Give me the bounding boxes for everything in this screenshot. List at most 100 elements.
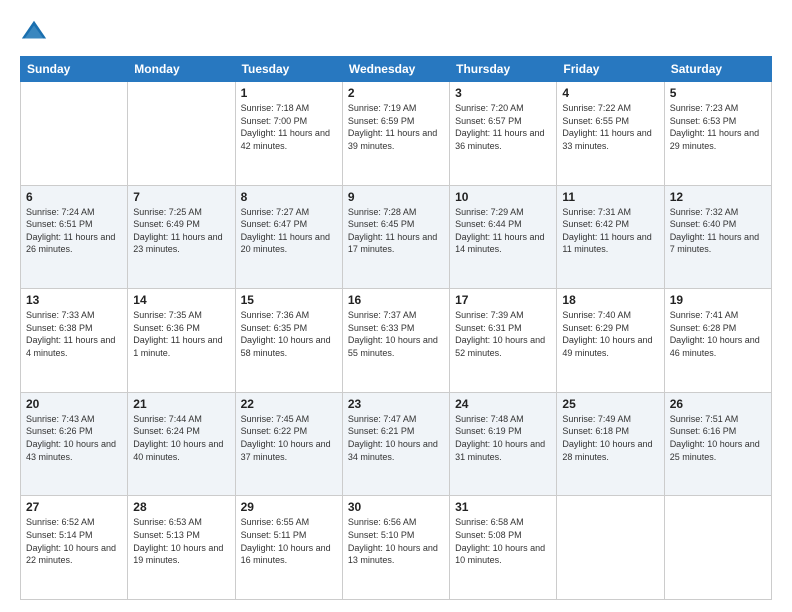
day-info: Sunrise: 7:27 AM Sunset: 6:47 PM Dayligh… [241,206,337,256]
day-info: Sunrise: 7:18 AM Sunset: 7:00 PM Dayligh… [241,102,337,152]
calendar-day-header: Monday [128,57,235,82]
day-info: Sunrise: 6:55 AM Sunset: 5:11 PM Dayligh… [241,516,337,566]
day-number: 30 [348,500,444,514]
day-info: Sunrise: 7:47 AM Sunset: 6:21 PM Dayligh… [348,413,444,463]
day-number: 27 [26,500,122,514]
calendar-cell: 23 Sunrise: 7:47 AM Sunset: 6:21 PM Dayli… [342,392,449,496]
day-info: Sunrise: 7:45 AM Sunset: 6:22 PM Dayligh… [241,413,337,463]
calendar-cell: 1 Sunrise: 7:18 AM Sunset: 7:00 PM Daylig… [235,82,342,186]
day-number: 14 [133,293,229,307]
day-number: 26 [670,397,766,411]
calendar-cell: 21Sunrise: 7:44 AM Sunset: 6:24 PM Dayli… [128,392,235,496]
day-info: Sunrise: 7:39 AM Sunset: 6:31 PM Dayligh… [455,309,551,359]
day-info: Sunrise: 7:43 AM Sunset: 6:26 PM Dayligh… [26,413,122,463]
calendar-day-header: Wednesday [342,57,449,82]
day-number: 23 [348,397,444,411]
calendar-cell [128,82,235,186]
calendar-cell: 4 Sunrise: 7:22 AM Sunset: 6:55 PM Daylig… [557,82,664,186]
day-number: 19 [670,293,766,307]
day-number: 24 [455,397,551,411]
calendar-cell: 6 Sunrise: 7:24 AM Sunset: 6:51 PM Daylig… [21,185,128,289]
day-number: 1 [241,86,337,100]
day-number: 31 [455,500,551,514]
calendar-day-header: Thursday [450,57,557,82]
calendar-cell: 29 Sunrise: 6:55 AM Sunset: 5:11 PM Dayli… [235,496,342,600]
day-info: Sunrise: 7:24 AM Sunset: 6:51 PM Dayligh… [26,206,122,256]
day-info: Sunrise: 7:40 AM Sunset: 6:29 PM Dayligh… [562,309,658,359]
day-info: Sunrise: 7:36 AM Sunset: 6:35 PM Dayligh… [241,309,337,359]
calendar-cell: 12 Sunrise: 7:32 AM Sunset: 6:40 PM Dayli… [664,185,771,289]
calendar-week-row: 27 Sunrise: 6:52 AM Sunset: 5:14 PM Dayli… [21,496,772,600]
calendar-week-row: 6 Sunrise: 7:24 AM Sunset: 6:51 PM Daylig… [21,185,772,289]
calendar-cell: 26 Sunrise: 7:51 AM Sunset: 6:16 PM Dayli… [664,392,771,496]
day-info: Sunrise: 7:51 AM Sunset: 6:16 PM Dayligh… [670,413,766,463]
day-number: 3 [455,86,551,100]
day-number: 28 [133,500,229,514]
calendar-cell: 30 Sunrise: 6:56 AM Sunset: 5:10 PM Dayli… [342,496,449,600]
day-number: 17 [455,293,551,307]
calendar-day-header: Saturday [664,57,771,82]
day-info: Sunrise: 7:29 AM Sunset: 6:44 PM Dayligh… [455,206,551,256]
day-number: 25 [562,397,658,411]
day-number: 16 [348,293,444,307]
day-info: Sunrise: 6:58 AM Sunset: 5:08 PM Dayligh… [455,516,551,566]
calendar-cell: 27 Sunrise: 6:52 AM Sunset: 5:14 PM Dayli… [21,496,128,600]
day-number: 8 [241,190,337,204]
calendar-header-row: SundayMondayTuesdayWednesdayThursdayFrid… [21,57,772,82]
logo [20,18,52,46]
calendar-cell: 22 Sunrise: 7:45 AM Sunset: 6:22 PM Dayli… [235,392,342,496]
day-info: Sunrise: 7:28 AM Sunset: 6:45 PM Dayligh… [348,206,444,256]
day-info: Sunrise: 7:33 AM Sunset: 6:38 PM Dayligh… [26,309,122,359]
calendar-cell: 25 Sunrise: 7:49 AM Sunset: 6:18 PM Dayli… [557,392,664,496]
calendar-week-row: 1 Sunrise: 7:18 AM Sunset: 7:00 PM Daylig… [21,82,772,186]
calendar-cell: 10 Sunrise: 7:29 AM Sunset: 6:44 PM Dayli… [450,185,557,289]
day-info: Sunrise: 7:49 AM Sunset: 6:18 PM Dayligh… [562,413,658,463]
day-number: 7 [133,190,229,204]
header [20,18,772,46]
calendar-cell: 28 Sunrise: 6:53 AM Sunset: 5:13 PM Dayli… [128,496,235,600]
day-number: 22 [241,397,337,411]
calendar-cell: 24 Sunrise: 7:48 AM Sunset: 6:19 PM Dayli… [450,392,557,496]
calendar-cell: 7 Sunrise: 7:25 AM Sunset: 6:49 PM Daylig… [128,185,235,289]
day-number: 20 [26,397,122,411]
day-number: 5 [670,86,766,100]
calendar-cell: 8 Sunrise: 7:27 AM Sunset: 6:47 PM Daylig… [235,185,342,289]
day-number: 13 [26,293,122,307]
calendar-cell: 3 Sunrise: 7:20 AM Sunset: 6:57 PM Daylig… [450,82,557,186]
day-info: Sunrise: 7:48 AM Sunset: 6:19 PM Dayligh… [455,413,551,463]
calendar-cell: 20 Sunrise: 7:43 AM Sunset: 6:26 PM Dayli… [21,392,128,496]
day-info: Sunrise: 7:22 AM Sunset: 6:55 PM Dayligh… [562,102,658,152]
page: SundayMondayTuesdayWednesdayThursdayFrid… [0,0,792,612]
calendar-day-header: Sunday [21,57,128,82]
day-info: Sunrise: 7:25 AM Sunset: 6:49 PM Dayligh… [133,206,229,256]
day-info: Sunrise: 7:44 AM Sunset: 6:24 PM Dayligh… [133,413,229,463]
day-info: Sunrise: 7:37 AM Sunset: 6:33 PM Dayligh… [348,309,444,359]
calendar-table: SundayMondayTuesdayWednesdayThursdayFrid… [20,56,772,600]
day-info: Sunrise: 6:53 AM Sunset: 5:13 PM Dayligh… [133,516,229,566]
day-number: 12 [670,190,766,204]
calendar-cell: 16 Sunrise: 7:37 AM Sunset: 6:33 PM Dayli… [342,289,449,393]
day-info: Sunrise: 6:52 AM Sunset: 5:14 PM Dayligh… [26,516,122,566]
calendar-cell: 19 Sunrise: 7:41 AM Sunset: 6:28 PM Dayli… [664,289,771,393]
day-info: Sunrise: 7:41 AM Sunset: 6:28 PM Dayligh… [670,309,766,359]
day-number: 10 [455,190,551,204]
calendar-cell: 13 Sunrise: 7:33 AM Sunset: 6:38 PM Dayli… [21,289,128,393]
day-number: 11 [562,190,658,204]
day-number: 29 [241,500,337,514]
day-number: 2 [348,86,444,100]
day-number: 4 [562,86,658,100]
day-info: Sunrise: 7:23 AM Sunset: 6:53 PM Dayligh… [670,102,766,152]
calendar-cell [557,496,664,600]
calendar-cell: 17 Sunrise: 7:39 AM Sunset: 6:31 PM Dayli… [450,289,557,393]
day-number: 15 [241,293,337,307]
day-number: 6 [26,190,122,204]
day-info: Sunrise: 7:19 AM Sunset: 6:59 PM Dayligh… [348,102,444,152]
day-info: Sunrise: 7:32 AM Sunset: 6:40 PM Dayligh… [670,206,766,256]
day-info: Sunrise: 6:56 AM Sunset: 5:10 PM Dayligh… [348,516,444,566]
calendar-day-header: Tuesday [235,57,342,82]
calendar-cell: 2 Sunrise: 7:19 AM Sunset: 6:59 PM Daylig… [342,82,449,186]
day-info: Sunrise: 7:35 AM Sunset: 6:36 PM Dayligh… [133,309,229,359]
day-info: Sunrise: 7:20 AM Sunset: 6:57 PM Dayligh… [455,102,551,152]
calendar-cell: 15 Sunrise: 7:36 AM Sunset: 6:35 PM Dayli… [235,289,342,393]
calendar-cell: 14 Sunrise: 7:35 AM Sunset: 6:36 PM Dayli… [128,289,235,393]
